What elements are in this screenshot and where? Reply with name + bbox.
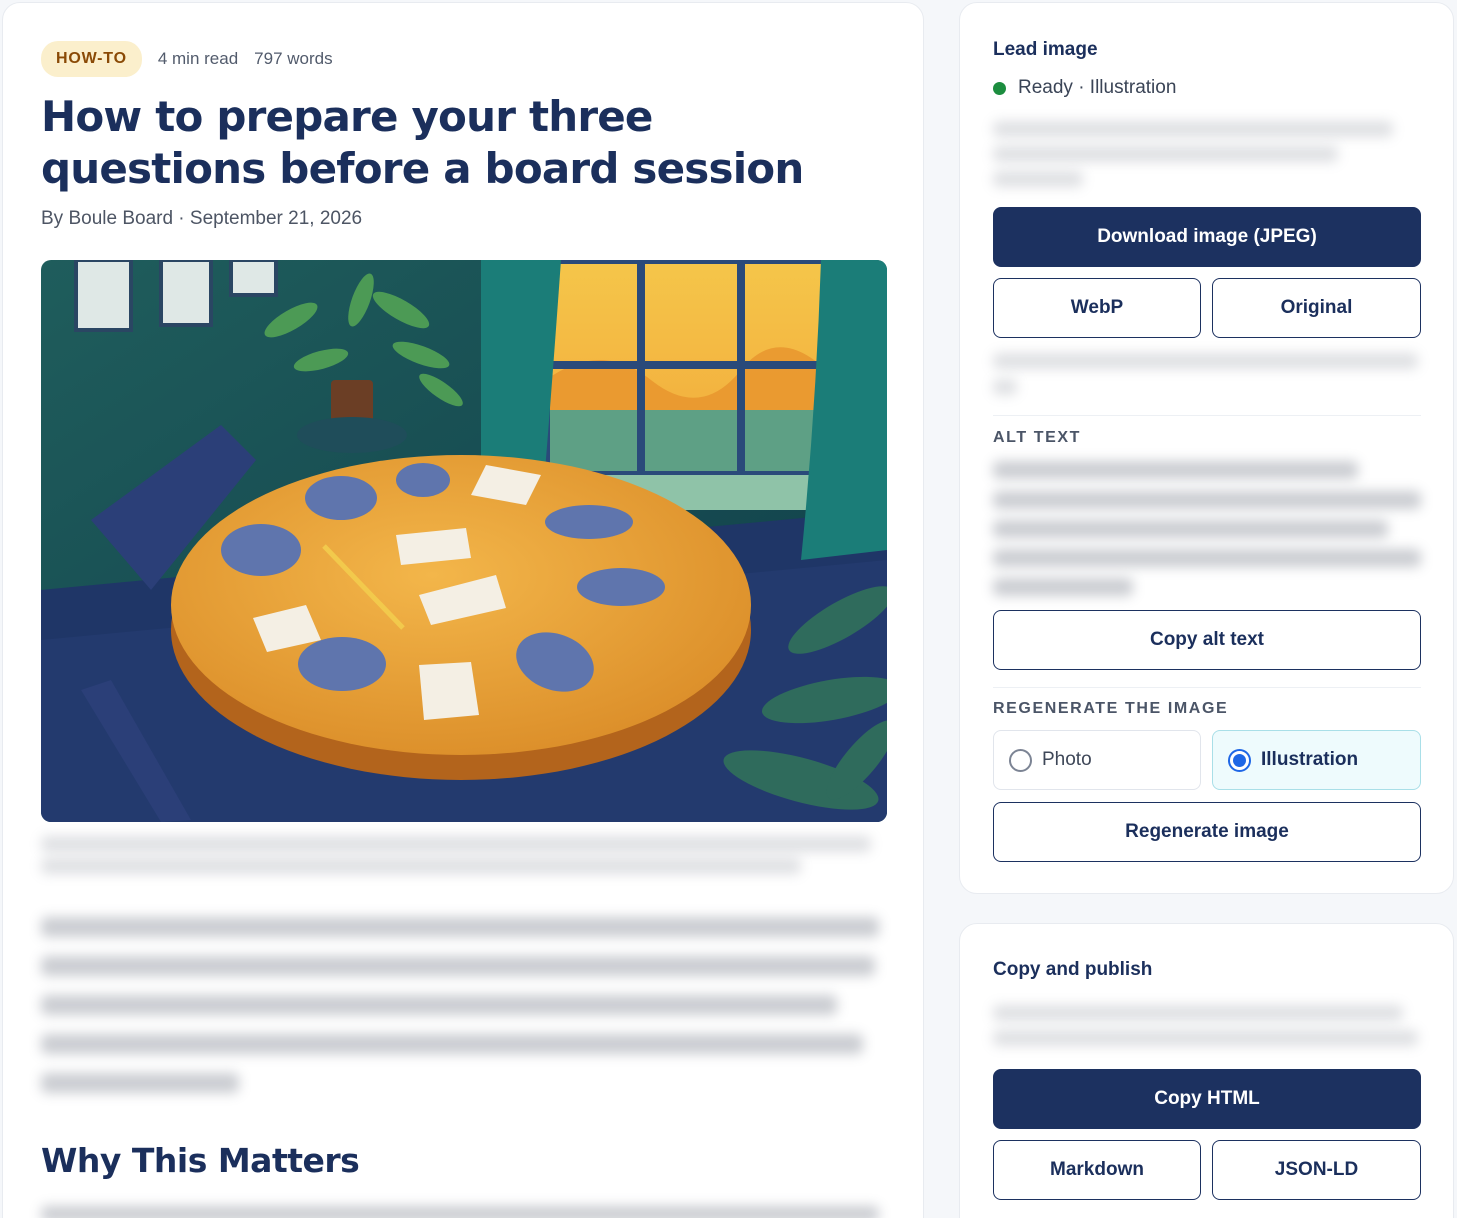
article-card: HOW-TO 4 min read 797 words How to prepa…: [2, 2, 924, 1218]
body-text-line: [41, 1073, 239, 1093]
alt-text-line: [993, 578, 1133, 596]
regenerate-heading: REGENERATE THE IMAGE: [993, 700, 1229, 717]
style-option-label: Photo: [1042, 749, 1092, 770]
alt-text-line: [993, 549, 1421, 567]
style-option-photo[interactable]: Photo: [993, 730, 1201, 790]
status-description-line: [993, 171, 1083, 187]
body-text-line: [41, 1034, 863, 1054]
publish-panel: Copy and publish Copy HTML Markdown JSON…: [959, 923, 1454, 1218]
alt-text-line: [993, 520, 1388, 538]
section-heading: Why This Matters: [41, 1141, 360, 1180]
word-count: 797 words: [254, 49, 333, 68]
body-text-line: [41, 995, 837, 1015]
article-meta: HOW-TO 4 min read 797 words: [41, 41, 333, 77]
alt-text-line: [993, 491, 1421, 509]
alt-text-heading: ALT TEXT: [993, 429, 1082, 446]
copy-markdown-button[interactable]: Markdown: [993, 1140, 1201, 1200]
style-option-label: Illustration: [1261, 749, 1359, 770]
divider: [993, 687, 1421, 688]
download-jpeg-button[interactable]: Download image (JPEG): [993, 207, 1421, 267]
publish-description-line: [993, 1030, 1418, 1046]
radio-checked-icon: [1228, 748, 1251, 772]
publish-description-line: [993, 1005, 1403, 1021]
lead-image-panel: Lead image Ready · Illustration Download…: [959, 2, 1454, 894]
radio-unchecked-icon: [1009, 748, 1032, 772]
image-caption-line: [41, 836, 871, 852]
status-dot: [993, 81, 1006, 95]
body-text-line: [41, 917, 879, 937]
article-byline: By Boule Board · September 21, 2026: [41, 208, 363, 229]
regenerate-image-button[interactable]: Regenerate image: [993, 802, 1421, 862]
image-status: Ready · Illustration: [993, 77, 1176, 99]
status-text: Ready · Illustration: [1018, 77, 1177, 98]
body-text-line: [41, 1206, 879, 1218]
panel-title: Lead image: [993, 39, 1098, 60]
panel-title: Copy and publish: [993, 959, 1153, 980]
lead-image-illustration: [41, 260, 887, 822]
copy-jsonld-button[interactable]: JSON-LD: [1212, 1140, 1421, 1200]
format-note-line: [993, 379, 1017, 395]
status-description-line: [993, 146, 1338, 162]
format-note-line: [993, 353, 1418, 369]
body-text-line: [41, 956, 875, 976]
status-description-line: [993, 121, 1393, 137]
image-caption-line: [41, 858, 801, 874]
category-badge: HOW-TO: [41, 41, 142, 77]
divider: [993, 415, 1421, 416]
read-time: 4 min read: [157, 49, 239, 68]
style-option-illustration[interactable]: Illustration: [1212, 730, 1421, 790]
copy-alt-text-button[interactable]: Copy alt text: [993, 610, 1421, 670]
lead-image: [41, 260, 887, 822]
copy-html-button[interactable]: Copy HTML: [993, 1069, 1421, 1129]
download-webp-button[interactable]: WebP: [993, 278, 1201, 338]
article-title: How to prepare your three questions befo…: [41, 92, 804, 193]
alt-text-line: [993, 461, 1358, 479]
download-original-button[interactable]: Original: [1212, 278, 1421, 338]
